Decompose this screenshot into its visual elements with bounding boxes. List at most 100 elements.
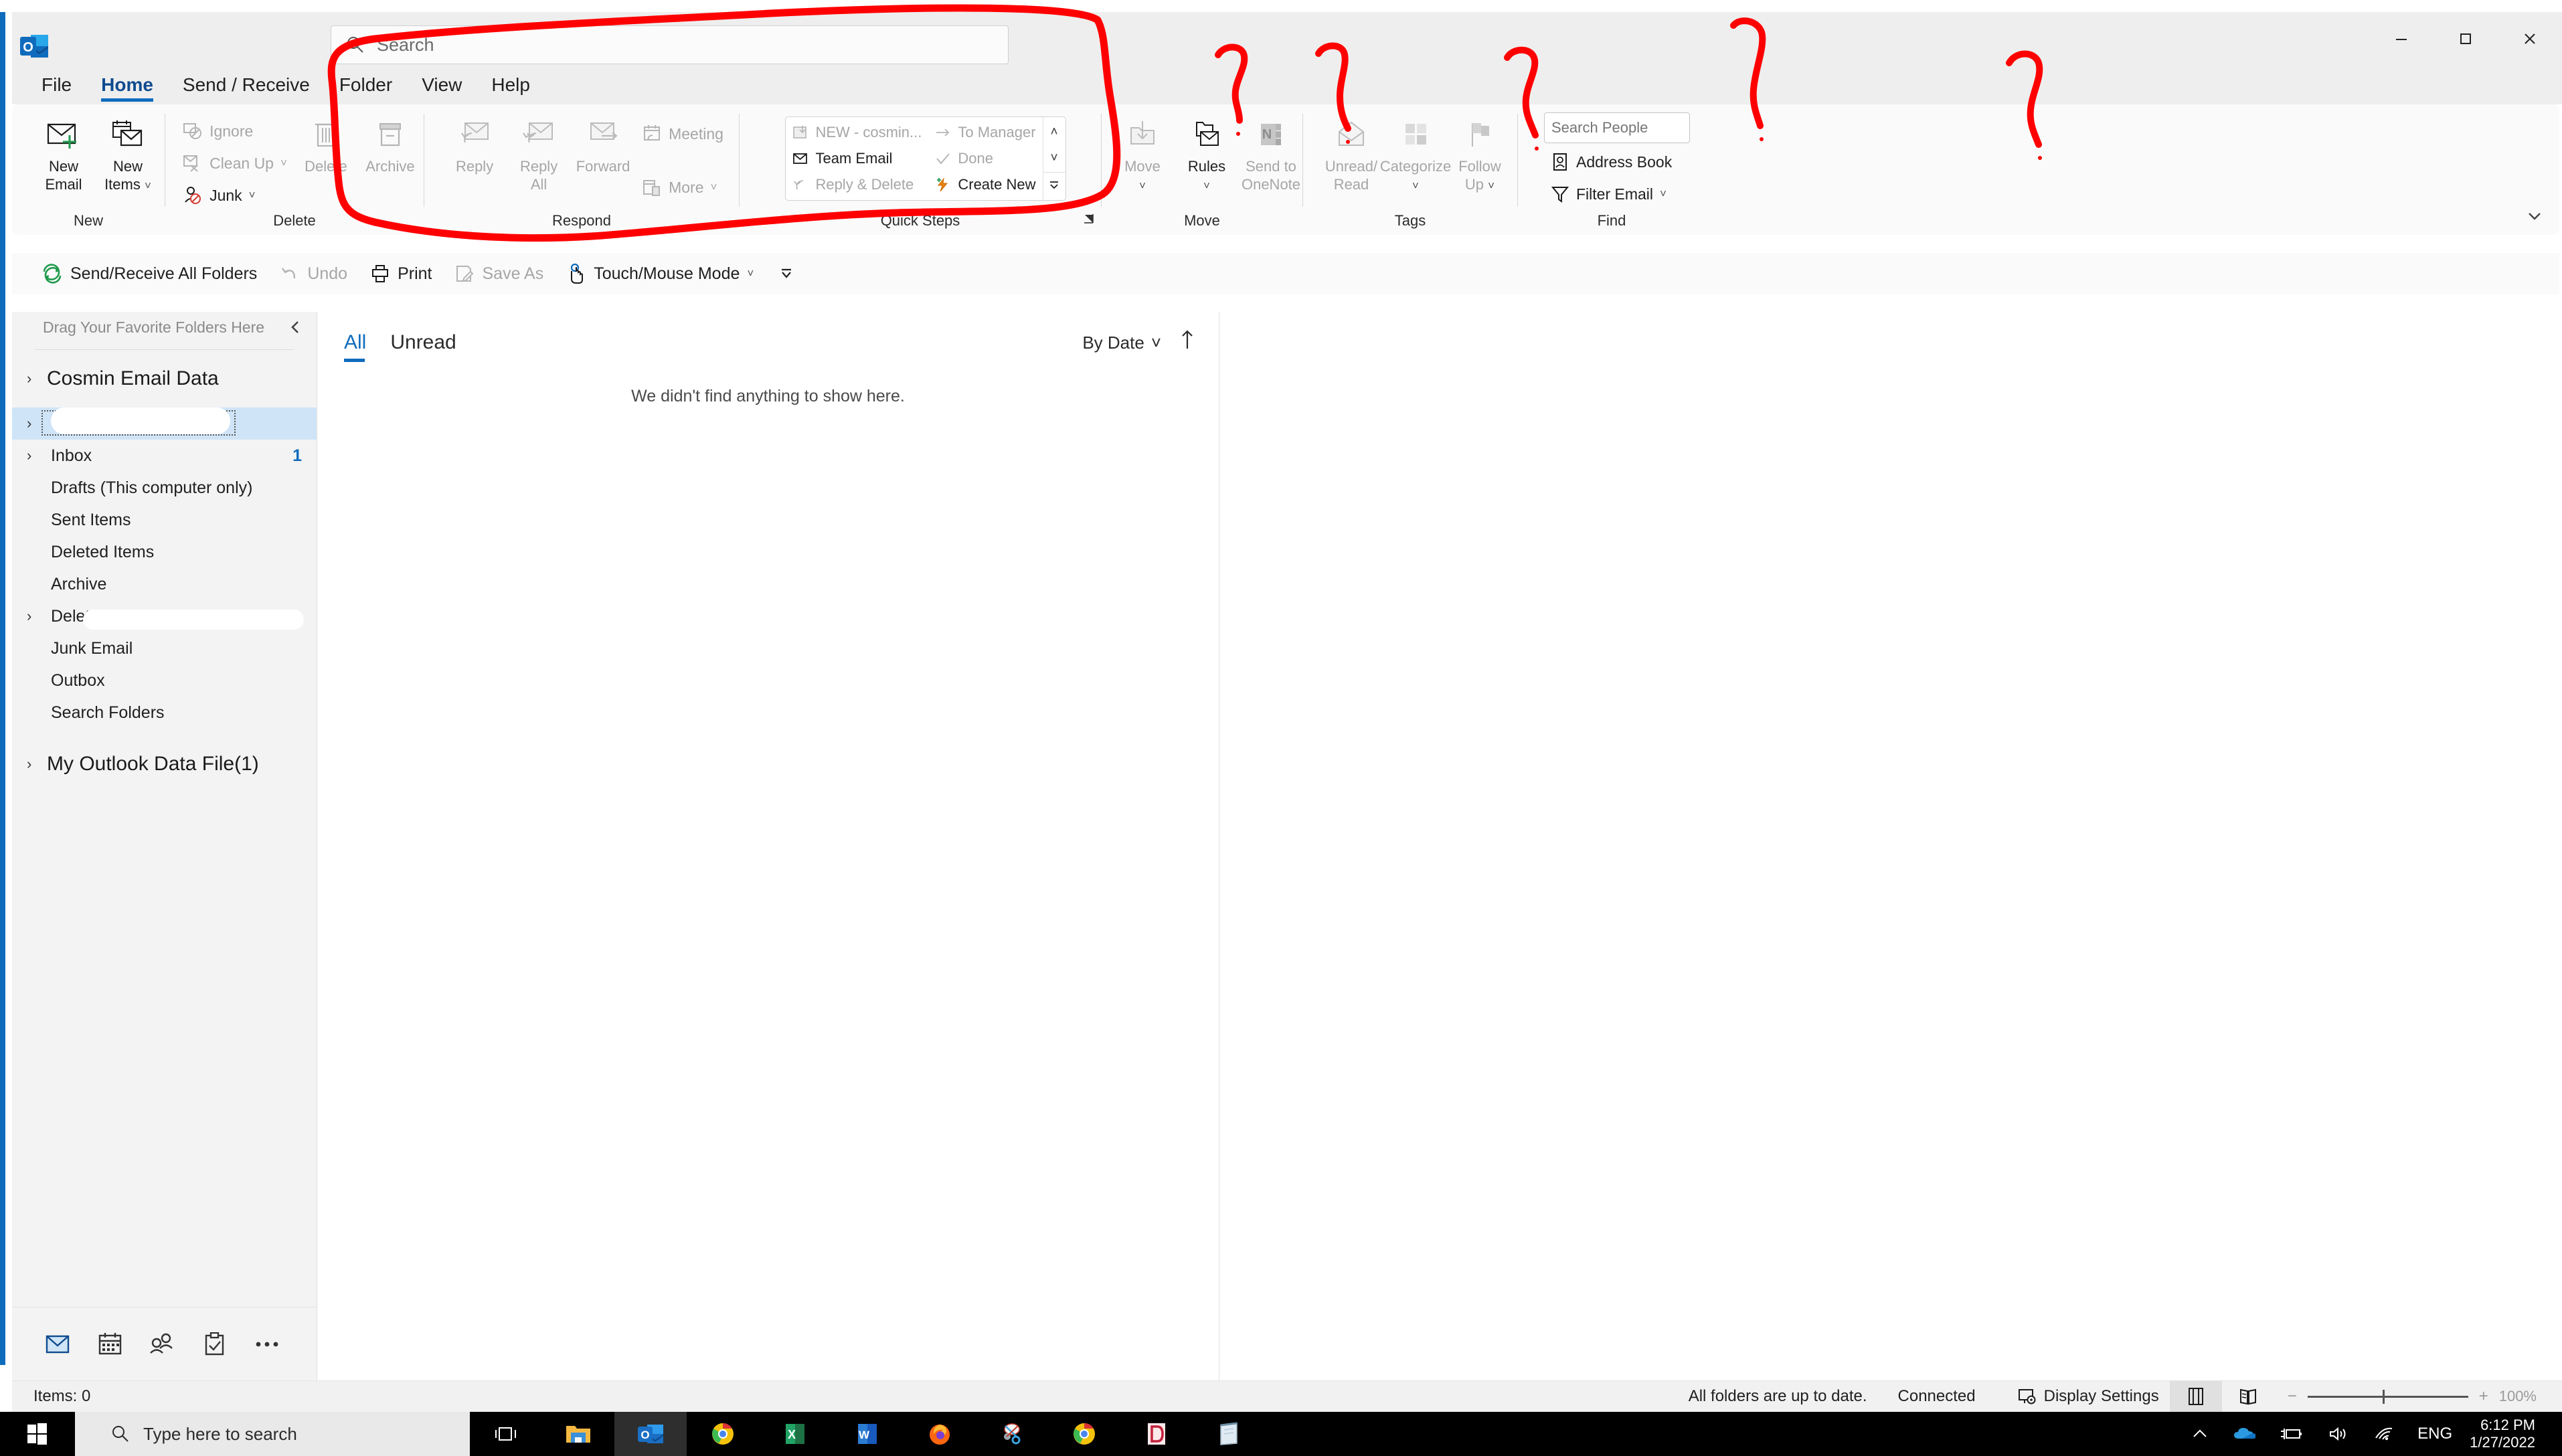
qat-overflow-button[interactable] xyxy=(767,257,806,290)
folder-root-cosmin-email-data[interactable]: › Cosmin Email Data xyxy=(12,359,317,398)
volume-tray-button[interactable] xyxy=(2316,1412,2361,1456)
delete-button[interactable]: Delete xyxy=(294,111,358,180)
taskbar-chrome-2[interactable] xyxy=(1048,1412,1120,1456)
quick-steps-expand-icon[interactable] xyxy=(1043,172,1065,197)
folder-item-junk-email[interactable]: › Junk Email xyxy=(12,632,317,664)
new-items-button[interactable]: New Items ˅ xyxy=(96,111,160,198)
close-button[interactable] xyxy=(2498,12,2562,66)
folder-item-deleted-items[interactable]: › Deleted Items xyxy=(12,536,317,568)
address-book-button[interactable]: Address Book xyxy=(1544,146,1679,178)
module-people-button[interactable] xyxy=(137,1320,189,1368)
ignore-button[interactable]: Ignore xyxy=(176,115,294,147)
battery-tray-button[interactable] xyxy=(2268,1412,2316,1456)
send-receive-all-folders-button[interactable]: Send/Receive All Folders xyxy=(32,257,266,290)
taskbar-snipping-tool[interactable] xyxy=(976,1412,1048,1456)
quick-step-reply-delete[interactable]: Reply & Delete xyxy=(786,172,928,197)
onedrive-tray-button[interactable] xyxy=(2221,1412,2268,1456)
taskbar-excel[interactable]: X xyxy=(759,1412,831,1456)
taskbar-outlook[interactable]: O xyxy=(614,1412,687,1456)
unread-read-button[interactable]: Unread/Read xyxy=(1319,111,1383,198)
taskbar-clock[interactable]: 6:12 PM 1/27/2022 xyxy=(2463,1417,2551,1452)
folder-item-drafts[interactable]: › Drafts (This computer only) xyxy=(12,472,317,504)
taskbar-notepad[interactable] xyxy=(1193,1412,1265,1456)
normal-view-button[interactable] xyxy=(2169,1380,2222,1413)
chevron-right-icon[interactable]: › xyxy=(27,447,47,464)
folder-item-outbox[interactable]: › Outbox xyxy=(12,664,317,697)
meeting-button[interactable]: Meeting xyxy=(635,118,730,150)
new-email-button[interactable]: New Email xyxy=(31,111,96,198)
module-calendar-button[interactable] xyxy=(84,1320,137,1368)
zoom-out-button[interactable]: − xyxy=(2288,1387,2297,1406)
more-respond-button[interactable]: More ˅ xyxy=(635,171,730,203)
minimize-button[interactable] xyxy=(2369,12,2433,66)
folder-item-inbox[interactable]: › Inbox 1 xyxy=(12,440,317,472)
clean-up-button[interactable]: Clean Up ˅ xyxy=(176,147,294,179)
task-view-button[interactable] xyxy=(470,1412,542,1456)
reply-all-button[interactable]: Reply All xyxy=(507,111,571,198)
module-more-button[interactable] xyxy=(241,1320,293,1368)
tab-home[interactable]: Home xyxy=(86,66,168,104)
folder-item-sent-items[interactable]: › Sent Items xyxy=(12,504,317,536)
quick-steps-scrollbar[interactable]: ˄ ˅ xyxy=(1042,117,1065,200)
chevron-right-icon[interactable]: › xyxy=(27,370,47,387)
display-settings-button[interactable]: Display Settings xyxy=(2006,1381,2170,1413)
send-to-onenote-button[interactable]: N Send to OneNote xyxy=(1239,111,1303,198)
zoom-track[interactable] xyxy=(2307,1389,2468,1404)
tab-view[interactable]: View xyxy=(407,66,477,104)
zoom-slider[interactable]: − + 100% xyxy=(2274,1387,2550,1406)
folder-item-archive[interactable]: › Archive xyxy=(12,568,317,600)
folder-item-deleted-mail[interactable]: › Deleted mail xyxy=(12,600,317,632)
move-button[interactable]: Move ˅ xyxy=(1110,111,1175,198)
sort-by-dropdown[interactable]: By Date ˅ xyxy=(1082,333,1161,353)
folder-root-my-outlook-data-file[interactable]: › My Outlook Data File(1) xyxy=(12,745,317,784)
message-filter-unread[interactable]: Unread xyxy=(390,322,456,363)
zoom-in-button[interactable]: + xyxy=(2479,1387,2488,1406)
taskbar-firefox[interactable] xyxy=(904,1412,976,1456)
quick-step-to-manager[interactable]: To Manager xyxy=(928,120,1042,145)
folder-item-search-folders[interactable]: › Search Folders xyxy=(12,697,317,729)
categorize-button[interactable]: Categorize ˅ xyxy=(1380,111,1451,198)
folder-item-redacted-selected[interactable]: › xyxy=(12,407,317,440)
zoom-thumb[interactable] xyxy=(2382,1389,2385,1404)
taskbar-chrome-1[interactable] xyxy=(687,1412,759,1456)
search-box[interactable]: Search xyxy=(331,25,1009,64)
reply-button[interactable]: Reply xyxy=(442,111,507,180)
language-indicator[interactable]: ENG xyxy=(2407,1425,2463,1443)
taskbar-word[interactable]: W xyxy=(831,1412,904,1456)
rules-button[interactable]: Rules ˅ xyxy=(1175,111,1239,198)
module-tasks-button[interactable] xyxy=(189,1320,241,1368)
follow-up-button[interactable]: Follow Up ˅ xyxy=(1448,111,1512,198)
forward-button[interactable]: Forward xyxy=(571,111,635,180)
quick-step-new-cosmin[interactable]: NEW - cosmin... xyxy=(786,120,928,145)
message-filter-all[interactable]: All xyxy=(344,322,366,363)
quick-step-team-email[interactable]: Team Email xyxy=(786,146,928,171)
sort-direction-button[interactable] xyxy=(1179,329,1196,357)
taskbar-dictionary[interactable] xyxy=(1120,1412,1193,1456)
wifi-tray-button[interactable] xyxy=(2361,1412,2407,1456)
quick-steps-gallery[interactable]: NEW - cosmin... Team Email Reply & Delet… xyxy=(785,116,1066,201)
chevron-right-icon[interactable]: › xyxy=(27,608,47,625)
collapse-nav-pane-button[interactable] xyxy=(287,318,305,341)
chevron-right-icon[interactable]: › xyxy=(27,755,47,773)
touch-mouse-mode-button[interactable]: Touch/Mouse Mode ˅ xyxy=(557,257,763,290)
print-button[interactable]: Print xyxy=(361,257,441,290)
filter-email-button[interactable]: Filter Email ˅ xyxy=(1544,178,1673,210)
scroll-up-icon[interactable]: ˄ xyxy=(1050,120,1057,145)
save-as-button[interactable]: Save As xyxy=(445,257,553,290)
start-button[interactable] xyxy=(0,1412,75,1456)
show-hidden-icons-button[interactable] xyxy=(2179,1412,2221,1456)
tab-help[interactable]: Help xyxy=(477,66,545,104)
taskbar-file-explorer[interactable] xyxy=(542,1412,614,1456)
reading-view-button[interactable] xyxy=(2222,1381,2274,1413)
tab-send-receive[interactable]: Send / Receive xyxy=(168,66,325,104)
quick-steps-dialog-launcher[interactable] xyxy=(1081,211,1096,230)
quick-step-create-new[interactable]: Create New xyxy=(928,172,1042,197)
junk-button[interactable]: Junk ˅ xyxy=(176,179,294,211)
tab-file[interactable]: File xyxy=(27,66,86,104)
maximize-button[interactable] xyxy=(2433,12,2498,66)
taskbar-search-box[interactable]: Type here to search xyxy=(75,1412,470,1456)
module-mail-button[interactable] xyxy=(32,1320,84,1368)
undo-button[interactable]: Undo xyxy=(270,257,357,290)
scroll-down-icon[interactable]: ˅ xyxy=(1050,146,1057,171)
ribbon-collapse-button[interactable] xyxy=(2525,209,2545,228)
